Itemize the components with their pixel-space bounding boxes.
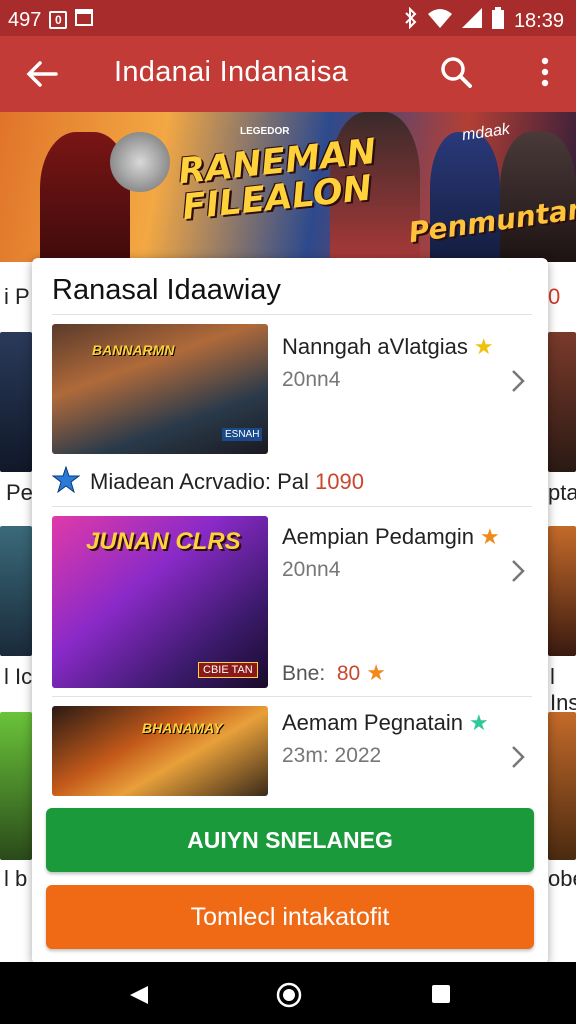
bg-thumbnail: [548, 526, 576, 656]
star-icon: ★: [473, 334, 494, 359]
bg-row-left-label: Pe: [6, 480, 33, 505]
signal-icon: [461, 8, 482, 34]
divider: [52, 696, 532, 697]
secondary-action-button[interactable]: Tomlecl intakatofit: [46, 885, 534, 949]
bg-row-left-label: i P: [4, 284, 30, 309]
more-vert-icon[interactable]: [530, 52, 560, 92]
bg-thumbnail: [0, 712, 32, 860]
item-name: Aemam Pegnatain ★: [282, 710, 489, 735]
chevron-right-icon[interactable]: [508, 368, 528, 394]
chevron-right-icon[interactable]: [508, 744, 528, 770]
item-thumbnail: BHANAMAY: [52, 706, 268, 796]
thumbnail-title: BANNARMN: [92, 342, 175, 358]
item-thumbnail: BANNARMN ESNAH: [52, 324, 268, 454]
card-title: Ranasal Idaawiay: [52, 274, 281, 306]
bg-row-right-label: ptar: [548, 480, 576, 505]
star-icon: ★: [366, 660, 386, 685]
bg-row-left-label: l Ic: [4, 664, 33, 689]
hero-tagline: mdaak: [460, 120, 511, 145]
system-nav-bar: [0, 962, 576, 1024]
back-arrow-icon[interactable]: [22, 54, 62, 94]
bg-row-right-label: 0: [548, 284, 561, 309]
search-icon[interactable]: [436, 52, 476, 92]
item-subtitle: 23m: 2022: [282, 744, 382, 767]
app-bar-title: Indanai Indanaisa: [114, 56, 349, 88]
thumbnail-badge: ESNAH: [222, 428, 263, 441]
nav-recents-icon[interactable]: [432, 985, 450, 1003]
primary-action-button[interactable]: AUIYN SNELANEG: [46, 808, 534, 872]
thumbnail-title: JUNAN CLRS: [86, 528, 241, 555]
promo-row: Miadean Acrvadio: Pal 1090: [51, 465, 532, 502]
thumbnail-title: BHANAMAY: [142, 720, 223, 736]
nav-home-icon[interactable]: [276, 982, 302, 1008]
hero-banner[interactable]: RANEMAN FILEALON Penmuntan mdaak LEGEDOR: [0, 112, 576, 262]
bg-row-right-label: obe: [548, 866, 576, 891]
star-icon: ★: [480, 524, 500, 549]
item-thumbnail: JUNAN CLRS CBIE TAN: [52, 516, 268, 688]
wifi-icon: [427, 8, 452, 34]
bg-row-left-label: l b: [4, 866, 28, 891]
star-icon: ★: [469, 710, 489, 735]
hero-small-tag: LEGEDOR: [240, 126, 290, 137]
bg-thumbnail: [548, 712, 576, 860]
bluetooth-icon: [404, 6, 418, 35]
bg-row-right-label: l Ins: [550, 664, 576, 715]
bg-thumbnail: [0, 526, 32, 656]
promo-label: Miadean Acrvadio: Pal: [90, 468, 309, 494]
item-name: Nanngah aVlatgias ★: [282, 334, 494, 359]
item-subtitle: 20nn4: [282, 368, 341, 391]
promo-value: 1090: [315, 468, 364, 494]
sparkle-icon: [51, 465, 81, 500]
bg-thumbnail: [548, 332, 576, 472]
status-time: 18:39: [513, 9, 564, 32]
notification-box-icon: 0: [49, 11, 68, 29]
hero-shield: [110, 132, 170, 192]
item-subtitle: 20nn4: [282, 558, 341, 581]
divider: [52, 506, 532, 507]
thumbnail-badge: CBIE TAN: [198, 662, 258, 678]
status-bar: 497 0 18:39: [0, 0, 576, 36]
calendar-icon: [75, 8, 94, 32]
featured-card: Ranasal Idaawiay BANNARMN ESNAH Nanngah …: [32, 258, 548, 964]
item-name: Aempian Pedamgin ★: [282, 524, 500, 549]
divider: [52, 314, 532, 315]
status-number: 497: [8, 8, 42, 31]
item-extra: Bne: 80 ★: [282, 660, 386, 685]
app-bar: Indanai Indanaisa: [0, 36, 576, 112]
bg-thumbnail: [0, 332, 32, 472]
chevron-right-icon[interactable]: [508, 558, 528, 584]
battery-icon: [491, 7, 504, 35]
nav-back-icon[interactable]: [128, 984, 150, 1006]
